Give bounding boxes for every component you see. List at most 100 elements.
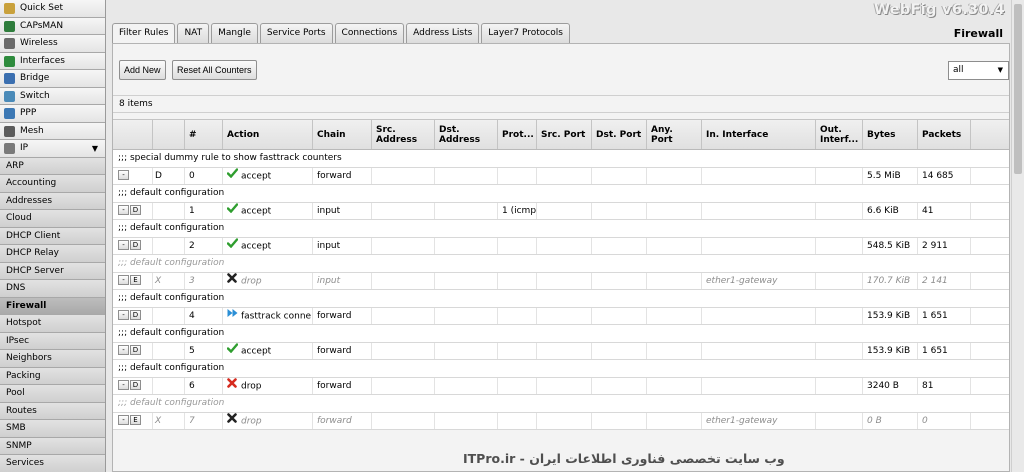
sidebar-item-arp[interactable]: ARP: [0, 157, 105, 175]
sidebar-item-ip[interactable]: IP ▼: [0, 140, 105, 158]
sidebar-item-addresses[interactable]: Addresses: [0, 192, 105, 210]
drop-x-icon: [227, 412, 239, 429]
cell-bytes: 170.7 KiB: [863, 272, 918, 289]
column-header-dst[interactable]: Dst. Address: [435, 120, 498, 149]
column-header-action[interactable]: Action: [223, 120, 313, 149]
column-header-ctl[interactable]: [113, 120, 153, 149]
sidebar-item-pool[interactable]: Pool: [0, 385, 105, 403]
column-header-proto[interactable]: Prot...: [498, 120, 537, 149]
column-header-num[interactable]: #: [185, 120, 223, 149]
sidebar-item-routes[interactable]: Routes: [0, 402, 105, 420]
column-header-flag[interactable]: [153, 120, 185, 149]
sidebar-item-ppp[interactable]: PPP: [0, 105, 105, 123]
column-header-chain[interactable]: Chain: [313, 120, 372, 149]
rule-number: 2: [189, 240, 195, 251]
sidebar-item-firewall[interactable]: Firewall: [0, 297, 105, 315]
tab-filter-rules[interactable]: Filter Rules: [112, 23, 176, 44]
sidebar-item-hotspot[interactable]: Hotspot: [0, 315, 105, 333]
sidebar-item-neighbors[interactable]: Neighbors: [0, 350, 105, 368]
sidebar-item-label: Wireless: [20, 38, 58, 48]
sidebar-item-interfaces[interactable]: Interfaces: [0, 52, 105, 70]
tab-mangle[interactable]: Mangle: [211, 23, 258, 43]
disable-button[interactable]: D: [130, 345, 141, 355]
sidebar-item-mesh[interactable]: Mesh: [0, 122, 105, 140]
sidebar-item-cloud[interactable]: Cloud: [0, 210, 105, 228]
cell-dst: [435, 202, 498, 219]
sidebar-item-quick-set[interactable]: Quick Set: [0, 0, 105, 18]
sidebar-item-ipsec[interactable]: IPsec: [0, 332, 105, 350]
sidebar-item-services[interactable]: Services: [0, 455, 105, 472]
sidebar-item-capsman[interactable]: CAPsMAN: [0, 17, 105, 35]
filter-select[interactable]: all ▼: [948, 61, 1009, 80]
sidebar-item-dns[interactable]: DNS: [0, 280, 105, 298]
disable-button[interactable]: D: [130, 380, 141, 390]
disable-button[interactable]: D: [130, 240, 141, 250]
cell-dport: [592, 202, 647, 219]
column-header-sport[interactable]: Src. Port: [537, 120, 592, 149]
column-header-outif[interactable]: Out. Interf...: [816, 120, 863, 149]
disable-button[interactable]: D: [130, 310, 141, 320]
enable-button[interactable]: E: [130, 275, 141, 285]
sidebar-item-packing[interactable]: Packing: [0, 367, 105, 385]
cell-chain: input: [313, 237, 372, 254]
table-row[interactable]: - D 0 accept forward 5.5 MiB 14 685: [113, 167, 1009, 185]
collapse-button[interactable]: -: [118, 415, 129, 425]
sidebar-item-wireless[interactable]: Wireless: [0, 35, 105, 53]
collapse-button[interactable]: -: [118, 310, 129, 320]
column-header-src[interactable]: Src. Address: [372, 120, 435, 149]
table-row[interactable]: - E X 7 drop forward ether1-gateway 0 B0: [113, 412, 1009, 430]
sidebar-item-dhcp-relay[interactable]: DHCP Relay: [0, 245, 105, 263]
rule-number: 6: [189, 380, 195, 391]
sidebar-item-bridge[interactable]: Bridge: [0, 70, 105, 88]
column-header-packets[interactable]: Packets: [918, 120, 971, 149]
cell-outif: [816, 412, 863, 429]
sidebar-item-dhcp-server[interactable]: DHCP Server: [0, 262, 105, 280]
cell-sport: [537, 237, 592, 254]
cell-outif: [816, 342, 863, 359]
cell-src: [372, 237, 435, 254]
tab-nat[interactable]: NAT: [177, 23, 210, 43]
collapse-button[interactable]: -: [118, 170, 129, 180]
rule-comment: ;;; default configuration: [113, 185, 1009, 203]
sidebar-item-dhcp-client[interactable]: DHCP Client: [0, 227, 105, 245]
collapse-button[interactable]: -: [118, 380, 129, 390]
scrollbar-thumb[interactable]: [1014, 4, 1022, 174]
table-row[interactable]: - D 2 accept input 548.5 KiB 2 911: [113, 237, 1009, 255]
tab-connections[interactable]: Connections: [334, 23, 405, 43]
rule-bytes: 3240 B: [867, 380, 899, 391]
cell-packets: 1 651: [918, 342, 971, 359]
table-row[interactable]: - E X 3 drop input ether1-gateway 170.7 KiB 2 14…: [113, 272, 1009, 290]
table-row[interactable]: - D 6 drop forward 3240 B 81: [113, 377, 1009, 395]
rule-action: drop: [241, 381, 262, 391]
collapse-button[interactable]: -: [118, 345, 129, 355]
sidebar-item-accounting[interactable]: Accounting: [0, 175, 105, 193]
reset-all-counters-button[interactable]: Reset All Counters: [172, 60, 257, 80]
cell-inif: ether1-gateway: [702, 412, 816, 429]
collapse-button[interactable]: -: [118, 240, 129, 250]
column-header-bytes[interactable]: Bytes: [863, 120, 918, 149]
rule-number: 4: [189, 310, 195, 321]
collapse-button[interactable]: -: [118, 205, 129, 215]
cell-inif: [702, 167, 816, 184]
cell-packets: 41: [918, 202, 971, 219]
add-new-button[interactable]: Add New: [119, 60, 166, 80]
cell-dst: [435, 237, 498, 254]
column-header-anyport[interactable]: Any. Port: [647, 120, 702, 149]
vertical-scrollbar[interactable]: [1011, 0, 1024, 472]
sidebar-item-snmp[interactable]: SNMP: [0, 437, 105, 455]
tab-service-ports[interactable]: Service Ports: [259, 23, 333, 43]
collapse-button[interactable]: -: [118, 275, 129, 285]
sidebar-item-label: Mesh: [20, 125, 44, 136]
sidebar-item-smb[interactable]: SMB: [0, 420, 105, 438]
rule-flag: X: [155, 275, 162, 286]
column-header-dport[interactable]: Dst. Port: [592, 120, 647, 149]
column-header-inif[interactable]: In. Interface: [702, 120, 816, 149]
enable-button[interactable]: E: [130, 415, 141, 425]
tab-layer7-protocols[interactable]: Layer7 Protocols: [481, 23, 570, 43]
table-row[interactable]: - D 1 accept input 1 (icmp 6.6 KiB 41: [113, 202, 1009, 220]
table-row[interactable]: - D 4 fasttrack conne forward 153.9 KiB 1 651: [113, 307, 1009, 325]
disable-button[interactable]: D: [130, 205, 141, 215]
table-row[interactable]: - D 5 accept forward 153.9 KiB 1 651: [113, 342, 1009, 360]
sidebar-item-switch[interactable]: Switch: [0, 87, 105, 105]
tab-address-lists[interactable]: Address Lists: [406, 23, 480, 43]
